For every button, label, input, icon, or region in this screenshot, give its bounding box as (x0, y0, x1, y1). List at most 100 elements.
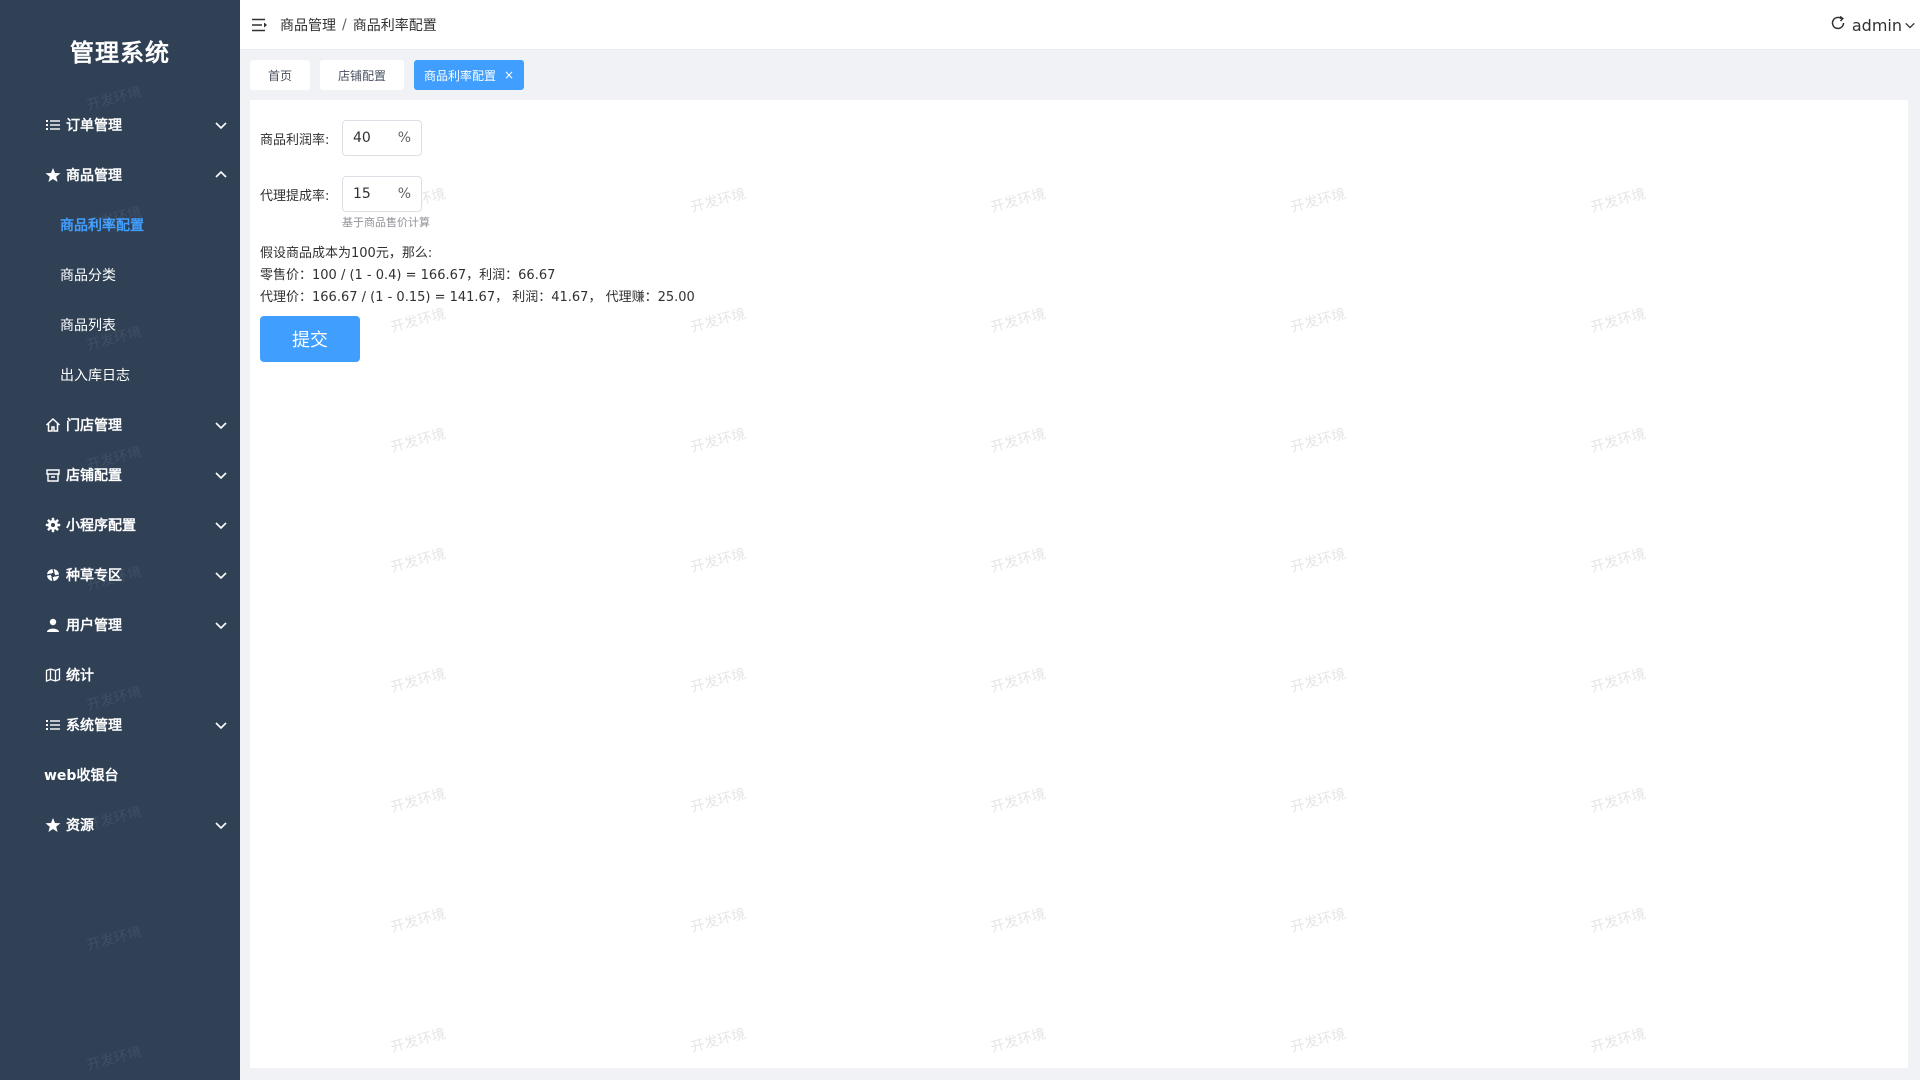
sidebar-item-label: 出入库日志 (60, 368, 130, 384)
profit-rate-input[interactable] (353, 123, 401, 153)
sidebar-item-products[interactable]: 商品管理 (0, 150, 240, 200)
percent-suffix: % (397, 130, 411, 146)
main-content: 开发环境 开发环境 开发环境 开发环境 开发环境 开发环境 开发环境 开发环境 开发环境 开发环境… (250, 100, 1908, 1068)
chevron-down-icon (214, 818, 228, 832)
chevron-down-icon (214, 518, 228, 532)
watermark-text: 开发环境 (389, 425, 448, 456)
profit-rate-input-wrap: % (342, 120, 422, 156)
sidebar-item-label: 用户管理 (66, 618, 122, 634)
chevron-down-icon (214, 618, 228, 632)
watermark-text: 开发环境 (689, 185, 748, 216)
percent-suffix: % (397, 186, 411, 202)
chevron-down-icon (214, 718, 228, 732)
list-icon (44, 716, 62, 734)
breadcrumb-separator: / (342, 16, 347, 33)
hamburger-icon[interactable] (240, 0, 280, 50)
close-icon[interactable]: × (504, 69, 514, 81)
watermark-text: 开发环境 (689, 545, 748, 576)
sidebar-item-stock-log[interactable]: 出入库日志 (0, 350, 240, 400)
agent-rate-input-wrap: % (342, 176, 422, 212)
home-icon (44, 416, 62, 434)
watermark-text: 开发环境 (1589, 665, 1648, 696)
sidebar-item-label: 统计 (66, 668, 94, 684)
calc-retail: 零售价：100 / (1 - 0.4) = 166.67，利润：66.67 (260, 268, 556, 283)
chevron-down-icon (1904, 19, 1916, 31)
watermark-text: 开发环境 (389, 545, 448, 576)
watermark-text: 开发环境 (1589, 305, 1648, 336)
username: admin (1851, 15, 1902, 35)
breadcrumb-item[interactable]: 商品管理 (280, 15, 336, 35)
breadcrumb-item-current: 商品利率配置 (352, 17, 437, 34)
star-icon (44, 816, 62, 834)
calculation-example: 假设商品成本为100元，那么: 零售价：100 / (1 - 0.4) = 16… (260, 243, 695, 309)
tag-shop-config[interactable]: 店铺配置 (320, 60, 405, 90)
tags-view: 首页 店铺配置 商品利率配置 × (240, 50, 1920, 100)
chevron-up-icon (214, 168, 228, 182)
watermark-text: 开发环境 (1289, 305, 1348, 336)
gear-icon (44, 516, 62, 534)
watermark-text: 开发环境 (85, 923, 144, 954)
calc-intro: 假设商品成本为100元，那么: (260, 246, 433, 261)
submit-button[interactable]: 提交 (260, 316, 360, 362)
agent-rate-input[interactable] (353, 179, 401, 209)
sidebar-item-label: 小程序配置 (66, 518, 136, 534)
profit-rate-row: 商品利润率: % (260, 120, 422, 156)
watermark-text: 开发环境 (1289, 1025, 1348, 1056)
watermark-text: 开发环境 (989, 185, 1048, 216)
watermark-text: 开发环境 (989, 785, 1048, 816)
rate-form: 商品利润率: % 代理提成率: % 基于商品售价计算 (260, 120, 430, 232)
watermark-text: 开发环境 (989, 1025, 1048, 1056)
watermark-text: 开发环境 (1589, 545, 1648, 576)
user-icon (44, 616, 62, 634)
user-dropdown[interactable]: admin (1852, 16, 1916, 35)
watermark-text: 开发环境 (989, 905, 1048, 936)
sidebar-item-label: 商品管理 (66, 168, 122, 184)
watermark-text: 开发环境 (389, 905, 448, 936)
chevron-down-icon (214, 568, 228, 582)
watermark-text: 开发环境 (689, 1025, 748, 1056)
watermark-text: 开发环境 (1589, 425, 1648, 456)
navbar-right: admin (1830, 0, 1916, 50)
watermark-text: 开发环境 (1289, 905, 1348, 936)
list-icon (44, 116, 62, 134)
watermark-text: 开发环境 (689, 785, 748, 816)
watermark-text: 开发环境 (85, 1043, 144, 1074)
watermark-text: 开发环境 (389, 1025, 448, 1056)
agent-rate-hint: 基于商品售价计算 (342, 216, 430, 229)
watermark-text: 开发环境 (989, 305, 1048, 336)
watermark-text: 开发环境 (1289, 545, 1348, 576)
sidebar-item-users[interactable]: 用户管理 (0, 600, 240, 650)
sidebar: 管理系统 订单管理 商品管理 商品利率配置 商品分类 商品列表 出入库日志 门店… (0, 0, 240, 1080)
sidebar-item-product-category[interactable]: 商品分类 (0, 250, 240, 300)
map-icon (44, 666, 62, 684)
watermark-text: 开发环境 (689, 905, 748, 936)
watermark-text: 开发环境 (689, 665, 748, 696)
sidebar-item-label: 系统管理 (66, 718, 122, 734)
star-icon (44, 166, 62, 184)
sidebar-item-stores[interactable]: 门店管理 (0, 400, 240, 450)
watermark-text: 开发环境 (1289, 425, 1348, 456)
watermark-text: 开发环境 (989, 665, 1048, 696)
app: 管理系统 订单管理 商品管理 商品利率配置 商品分类 商品列表 出入库日志 门店… (0, 0, 1920, 1080)
refresh-icon[interactable] (1830, 15, 1846, 35)
tag-product-rate[interactable]: 商品利率配置 × (414, 60, 525, 90)
agent-rate-row: 代理提成率: % 基于商品售价计算 (260, 176, 430, 229)
tag-label: 首页 (268, 68, 293, 83)
agent-rate-label: 代理提成率: (260, 188, 330, 204)
breadcrumb: 商品管理 / 商品利率配置 (280, 15, 437, 35)
tag-label: 店铺配置 (338, 68, 387, 83)
sidebar-item-label: web收银台 (44, 768, 119, 784)
sidebar-item-system[interactable]: 系统管理 (0, 700, 240, 750)
calc-agent: 代理价：166.67 / (1 - 0.15) = 141.67， 利润：41.… (260, 290, 695, 305)
sidebar-item-web-pos[interactable]: web收银台 (0, 750, 240, 800)
watermark-text: 开发环境 (1589, 905, 1648, 936)
watermark-text: 开发环境 (989, 545, 1048, 576)
sidebar-item-label: 门店管理 (66, 418, 122, 434)
sidebar-item-orders[interactable]: 订单管理 (0, 100, 240, 150)
sidebar-item-miniapp-config[interactable]: 小程序配置 (0, 500, 240, 550)
tag-label: 商品利率配置 (424, 68, 497, 83)
tag-home[interactable]: 首页 (250, 60, 311, 90)
watermark-text: 开发环境 (1589, 185, 1648, 216)
store-icon (44, 466, 62, 484)
watermark-text: 开发环境 (1589, 1025, 1648, 1056)
